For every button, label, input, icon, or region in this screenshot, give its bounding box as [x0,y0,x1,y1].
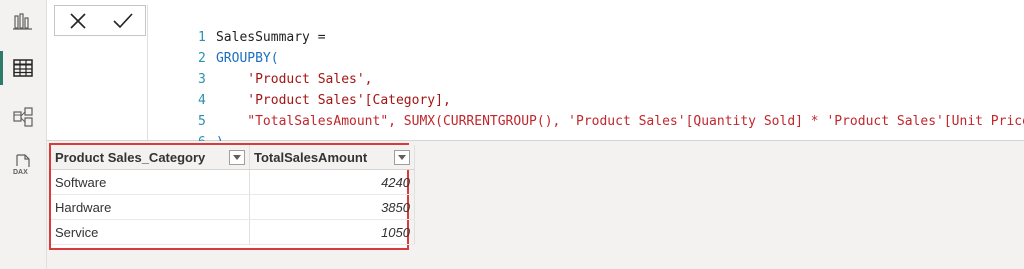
table-row: Service 1050 [51,219,415,245]
amount-cell[interactable]: 1050 [249,219,415,245]
code-line-6: 6) [148,111,224,150]
column-header-label: Product Sales_Category [55,149,206,165]
column-filter-button[interactable] [229,150,245,165]
column-header-category[interactable]: Product Sales_Category [51,145,250,170]
table-view-button[interactable] [0,48,46,88]
code-line-5: 5 "TotalSalesAmount", SUMX(CURRENTGROUP(… [148,90,1024,129]
dax-icon: DAX [13,154,30,176]
category-cell[interactable]: Service [51,219,250,245]
chevron-down-icon [233,155,241,160]
sales-summary-table: Product Sales_Category TotalSalesAmount [51,145,415,245]
category-cell[interactable]: Software [51,169,250,195]
view-rail: DAX [0,0,47,269]
amount-cell[interactable]: 3850 [249,194,415,220]
column-filter-button[interactable] [394,150,410,165]
formula-commit-controls [54,5,146,36]
close-icon [69,12,86,29]
column-header-total[interactable]: TotalSalesAmount [249,145,415,170]
commit-button[interactable] [107,8,139,34]
checkmark-icon [112,12,133,28]
formula-bar: 1 SalesSummary = 2 GROUPBY( 3 'Product Sal… [47,0,1024,150]
table-grid-icon [13,59,33,77]
column-header-label: TotalSalesAmount [254,149,368,165]
dax-icon-label: DAX [13,169,28,176]
code-line-4: 4 'Product Sales'[Category], [148,69,451,108]
dax-formula-editor[interactable]: 1 SalesSummary = 2 GROUPBY( 3 'Product Sal… [147,5,1024,150]
model-icon [13,107,33,127]
code-line-3: 3 'Product Sales', [148,48,373,87]
code-line-1: 1 SalesSummary = [148,6,326,45]
cancel-button[interactable] [62,8,94,34]
code-line-2: 2 GROUPBY( [148,27,279,66]
highlighted-table: Product Sales_Category TotalSalesAmount [49,143,415,250]
chevron-down-icon [398,155,406,160]
table-row: Hardware 3850 [51,194,415,220]
table-row: Software 4240 [51,169,415,195]
code-text: "TotalSalesAmount", SUMX(CURRENTGROUP(),… [215,114,1024,129]
amount-cell[interactable]: 4240 [249,169,415,195]
data-view: Product Sales_Category TotalSalesAmount [47,141,1024,269]
model-view-button[interactable] [0,97,46,137]
bar-chart-icon [13,13,32,30]
report-view-button[interactable] [0,2,46,42]
category-cell[interactable]: Hardware [51,194,250,220]
dax-query-view-button[interactable]: DAX [0,145,46,185]
